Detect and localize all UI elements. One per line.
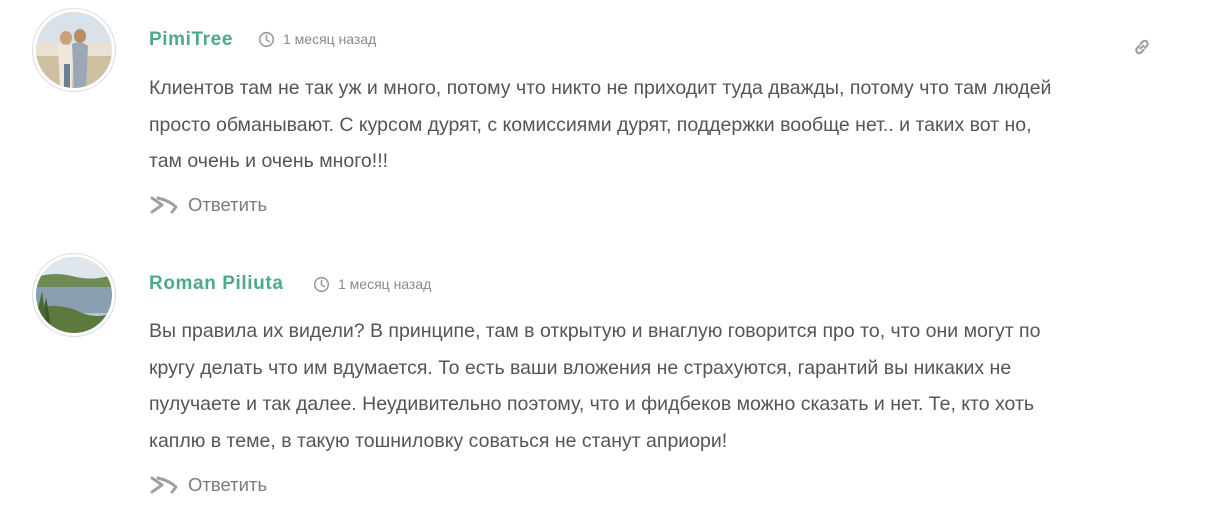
comment-text-line: пулучаете и так далее. Неудивительно поэ… (149, 393, 1035, 415)
comment: Roman Piliuta 1 месяц назад Вы правила и… (0, 0, 1210, 506)
clock-icon (313, 276, 330, 292)
comment-body: Вы правила их видели? В принципе, там в … (149, 313, 1149, 459)
reply-arrow-icon (150, 476, 178, 494)
comment-text-line: каплю в теме, в такую тошниловку соватьс… (149, 429, 728, 452)
comment-time[interactable]: 1 месяц назад (338, 274, 431, 294)
comment-text-line: Вы правила их видели? В принципе, там в … (149, 320, 1041, 342)
comment-meta: 1 месяц назад (313, 274, 431, 294)
reply-button[interactable]: Ответить (150, 473, 267, 497)
reply-label: Ответить (188, 474, 268, 495)
comment-author[interactable]: Roman Piliuta (149, 272, 283, 296)
comment-text-line: кругу делать что им вдумается. То есть в… (149, 356, 1012, 379)
avatar-photo (36, 257, 112, 333)
comment-list: PimiTree 1 месяц назад Клиентов там не т… (0, 0, 1210, 506)
avatar[interactable] (33, 254, 115, 336)
